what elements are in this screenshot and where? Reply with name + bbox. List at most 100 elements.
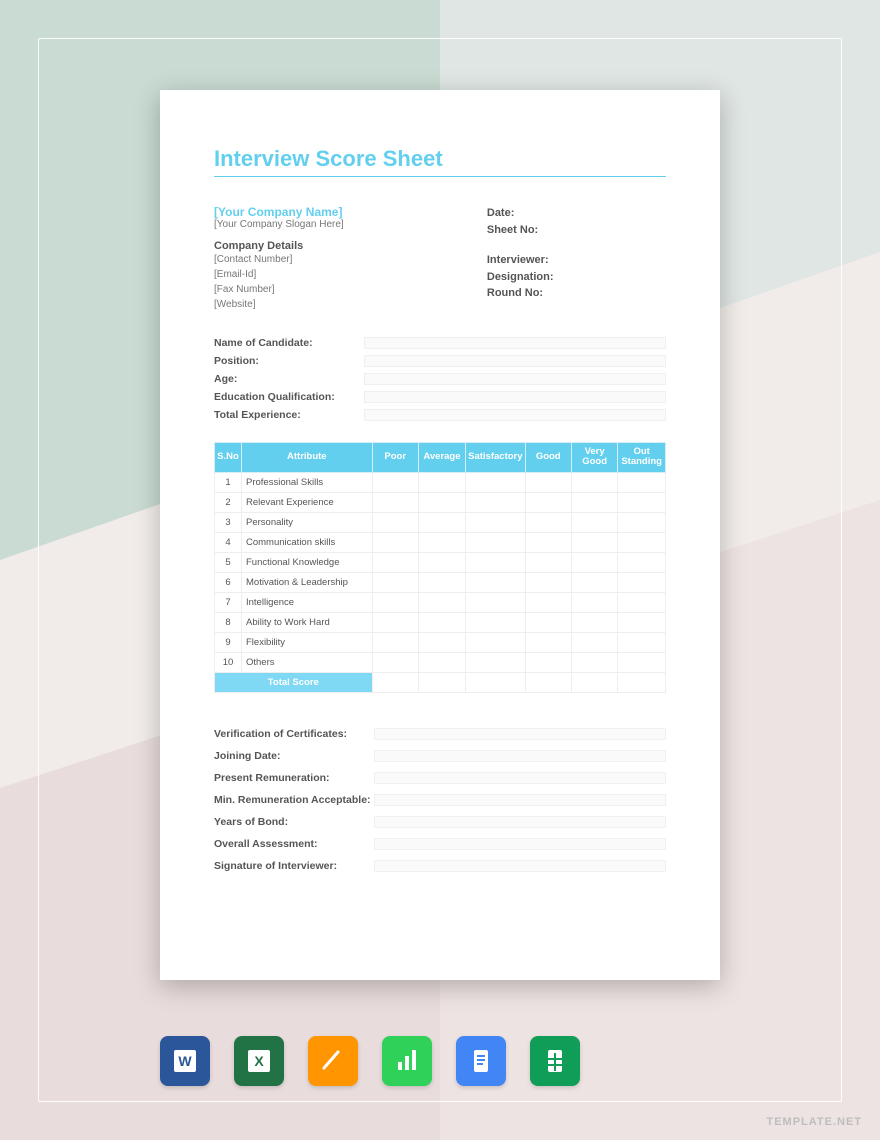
- score-cell[interactable]: [571, 572, 617, 592]
- field-input[interactable]: [364, 373, 666, 385]
- score-cell[interactable]: [466, 612, 525, 632]
- field-input[interactable]: [374, 860, 666, 872]
- score-cell[interactable]: [372, 472, 418, 492]
- form-field: Name of Candidate:: [214, 334, 666, 352]
- score-cell[interactable]: [618, 632, 666, 652]
- score-cell[interactable]: [418, 612, 465, 632]
- meta-designation: Designation:: [487, 269, 666, 286]
- score-cell[interactable]: [466, 632, 525, 652]
- table-header: Average: [418, 443, 465, 473]
- score-cell[interactable]: [525, 652, 571, 672]
- score-cell[interactable]: [571, 472, 617, 492]
- score-cell[interactable]: [466, 572, 525, 592]
- total-cell: [466, 672, 525, 692]
- score-cell[interactable]: [618, 592, 666, 612]
- score-cell[interactable]: [525, 472, 571, 492]
- table-row: 9Flexibility: [215, 632, 666, 652]
- score-cell[interactable]: [618, 652, 666, 672]
- table-row: 7Intelligence: [215, 592, 666, 612]
- score-cell[interactable]: [372, 552, 418, 572]
- form-field: Min. Remuneration Acceptable:: [214, 789, 666, 811]
- score-cell[interactable]: [571, 552, 617, 572]
- field-input[interactable]: [374, 750, 666, 762]
- score-cell[interactable]: [618, 572, 666, 592]
- score-cell[interactable]: [418, 652, 465, 672]
- pages-icon[interactable]: [308, 1036, 358, 1086]
- score-cell[interactable]: [571, 492, 617, 512]
- field-input[interactable]: [374, 816, 666, 828]
- watermark: TEMPLATE.NET: [766, 1116, 862, 1128]
- score-cell[interactable]: [418, 512, 465, 532]
- score-cell[interactable]: [372, 512, 418, 532]
- field-input[interactable]: [364, 337, 666, 349]
- score-cell[interactable]: [525, 552, 571, 572]
- score-cell[interactable]: [571, 632, 617, 652]
- table-header: Satisfactory: [466, 443, 525, 473]
- cell-sn: 7: [215, 592, 242, 612]
- score-cell[interactable]: [571, 652, 617, 672]
- field-label: Education Qualification:: [214, 391, 364, 403]
- app-icons-row: WX: [160, 1036, 580, 1086]
- score-cell[interactable]: [525, 492, 571, 512]
- score-cell[interactable]: [618, 492, 666, 512]
- google-sheets-icon[interactable]: [530, 1036, 580, 1086]
- cell-attribute: Ability to Work Hard: [242, 612, 373, 632]
- score-cell[interactable]: [418, 532, 465, 552]
- score-cell[interactable]: [618, 512, 666, 532]
- score-cell[interactable]: [525, 532, 571, 552]
- score-cell[interactable]: [466, 552, 525, 572]
- cell-sn: 4: [215, 532, 242, 552]
- score-cell[interactable]: [525, 592, 571, 612]
- score-cell[interactable]: [525, 572, 571, 592]
- score-cell[interactable]: [372, 592, 418, 612]
- cell-attribute: Flexibility: [242, 632, 373, 652]
- table-row: 10Others: [215, 652, 666, 672]
- score-cell[interactable]: [418, 492, 465, 512]
- score-cell[interactable]: [372, 652, 418, 672]
- score-cell[interactable]: [618, 552, 666, 572]
- field-input[interactable]: [374, 838, 666, 850]
- score-cell[interactable]: [372, 612, 418, 632]
- field-input[interactable]: [374, 772, 666, 784]
- score-cell[interactable]: [466, 492, 525, 512]
- table-row: 5Functional Knowledge: [215, 552, 666, 572]
- score-cell[interactable]: [571, 592, 617, 612]
- score-cell[interactable]: [525, 512, 571, 532]
- score-cell[interactable]: [372, 572, 418, 592]
- table-header: Attribute: [242, 443, 373, 473]
- score-cell[interactable]: [618, 472, 666, 492]
- cell-attribute: Intelligence: [242, 592, 373, 612]
- word-icon[interactable]: W: [160, 1036, 210, 1086]
- score-cell[interactable]: [418, 592, 465, 612]
- score-cell[interactable]: [466, 532, 525, 552]
- field-input[interactable]: [364, 409, 666, 421]
- field-input[interactable]: [364, 391, 666, 403]
- field-label: Position:: [214, 355, 364, 367]
- score-cell[interactable]: [372, 532, 418, 552]
- score-cell[interactable]: [466, 652, 525, 672]
- score-cell[interactable]: [466, 512, 525, 532]
- score-cell[interactable]: [618, 532, 666, 552]
- field-input[interactable]: [374, 728, 666, 740]
- score-cell[interactable]: [571, 512, 617, 532]
- score-cell[interactable]: [418, 632, 465, 652]
- field-input[interactable]: [364, 355, 666, 367]
- score-cell[interactable]: [418, 552, 465, 572]
- google-docs-icon[interactable]: [456, 1036, 506, 1086]
- score-cell[interactable]: [466, 592, 525, 612]
- score-cell[interactable]: [418, 572, 465, 592]
- score-cell[interactable]: [571, 612, 617, 632]
- score-cell[interactable]: [525, 632, 571, 652]
- score-cell[interactable]: [525, 612, 571, 632]
- field-input[interactable]: [374, 794, 666, 806]
- score-cell[interactable]: [618, 612, 666, 632]
- score-cell[interactable]: [418, 472, 465, 492]
- meta-block: Date: Sheet No: Interviewer: Designation…: [487, 205, 666, 312]
- field-label: Total Experience:: [214, 409, 364, 421]
- numbers-icon[interactable]: [382, 1036, 432, 1086]
- score-cell[interactable]: [372, 492, 418, 512]
- score-cell[interactable]: [571, 532, 617, 552]
- score-cell[interactable]: [372, 632, 418, 652]
- score-cell[interactable]: [466, 472, 525, 492]
- excel-icon[interactable]: X: [234, 1036, 284, 1086]
